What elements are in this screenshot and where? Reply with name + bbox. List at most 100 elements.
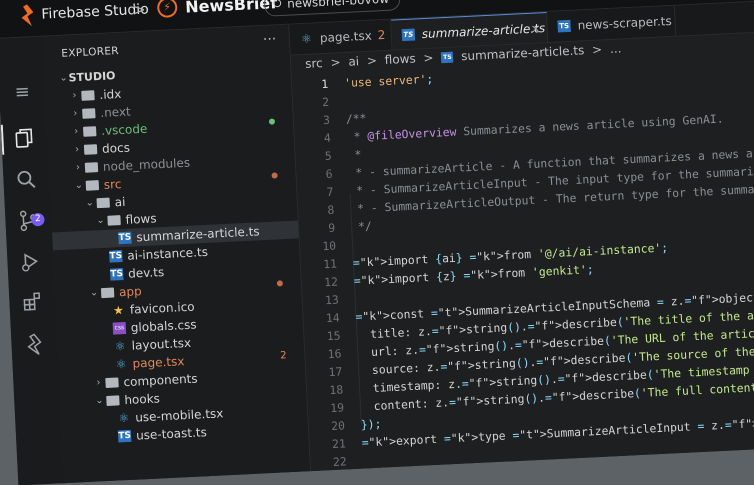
code-text: */ [350, 218, 373, 234]
breadcrumb-separator: > [131, 0, 147, 20]
tree-item-label: docs [101, 140, 131, 156]
more-actions-icon[interactable]: ··· [263, 31, 277, 48]
tree-item-label: dev.ts [127, 265, 165, 281]
search-icon[interactable] [15, 169, 38, 192]
chevron-right-icon[interactable]: › [93, 374, 104, 392]
breadcrumb-flows[interactable]: flows [384, 51, 416, 66]
tab-news-scraper[interactable]: TS news-scraper.ts [546, 5, 677, 42]
line-number: 9 [328, 220, 336, 235]
tree-item-label: app [118, 284, 143, 300]
line-number: 18 [329, 382, 344, 398]
tab-problem-count: 2 [377, 27, 386, 43]
explorer-panel: EXPLORER ··· ⌄ STUDIO › .idx › .next › .vscode ›… [42, 24, 312, 485]
menu-icon[interactable]: ≡ [11, 81, 34, 104]
line-number: 20 [330, 418, 346, 434]
close-icon[interactable]: × [530, 13, 542, 43]
line-number: 7 [326, 184, 334, 199]
tree-item-label: flows [125, 211, 157, 227]
folder-icon [82, 126, 97, 137]
editor-area: ⚛ page.tsx 2 TS summarize-article.ts × TS… [289, 0, 754, 485]
line-number: 10 [322, 238, 337, 254]
run-debug-icon[interactable] [19, 251, 42, 274]
modified-dot-icon [267, 113, 278, 131]
workspace-chip[interactable]: newsbrief-b0v0w [263, 0, 401, 17]
breadcrumb-separator: > [423, 50, 434, 66]
chevron-right-icon[interactable]: › [71, 123, 82, 141]
project-icon: ⚡ [156, 0, 178, 19]
folder-icon [96, 197, 110, 209]
ts-icon: TS [117, 429, 132, 443]
breadcrumb-separator: > [591, 42, 603, 57]
folder-icon [105, 377, 119, 389]
chevron-down-icon[interactable]: ⌄ [95, 212, 106, 230]
chevron-right-icon[interactable]: › [73, 159, 84, 177]
breadcrumb-src[interactable]: src [305, 56, 323, 71]
ts-icon: TS [109, 250, 123, 263]
folder-icon [100, 287, 115, 299]
line-number: 5 [324, 148, 333, 164]
line-number: 21 [331, 436, 347, 452]
tab-label: page.tsx [319, 28, 373, 46]
chevron-right-icon[interactable]: › [72, 141, 83, 159]
chevron-down-icon[interactable]: ⌄ [94, 392, 105, 410]
problem-dot-icon [274, 275, 285, 293]
tab-label: news-scraper.ts [577, 13, 672, 33]
line-number: 12 [323, 274, 339, 290]
line-number: 6 [325, 166, 333, 182]
tab-page-tsx[interactable]: ⚛ page.tsx 2 [289, 19, 393, 55]
ts-icon: TS [401, 28, 416, 42]
tab-summarize-article[interactable]: TS summarize-article.ts × [391, 12, 549, 50]
line-number: 2 [321, 94, 330, 110]
folder-icon [82, 108, 96, 119]
ts-icon: TS [441, 51, 454, 64]
workspace-id: newsbrief-b0v0w [286, 0, 390, 11]
line-number: 22 [332, 454, 347, 470]
tree-item-label: ai [114, 194, 126, 210]
ts-icon: TS [109, 268, 124, 281]
folder-icon [84, 162, 99, 173]
favicon-icon: ★ [112, 303, 125, 318]
line-number: 19 [329, 400, 345, 416]
breadcrumb-separator: > [366, 53, 378, 68]
code-text: }); [360, 416, 382, 432]
folder-icon [81, 90, 95, 101]
folder-icon [83, 144, 98, 155]
css-icon: css [112, 321, 127, 335]
line-number: 13 [324, 292, 340, 308]
chevron-down-icon[interactable]: ⌄ [73, 177, 84, 195]
files-icon[interactable] [13, 127, 36, 150]
firebase-studio-logo-icon [21, 4, 34, 27]
chevron-right-icon[interactable]: › [69, 87, 80, 105]
folder-icon [85, 180, 100, 191]
tab-label: summarize-article.ts [421, 21, 546, 42]
ts-icon: TS [557, 19, 571, 33]
line-number: 15 [326, 328, 341, 344]
tree-item-label: hooks [124, 391, 161, 408]
breadcrumb-symbols[interactable]: ... [610, 41, 622, 56]
react-icon: ⚛ [114, 339, 126, 354]
line-number: 16 [327, 346, 342, 362]
line-number: 1 [320, 76, 329, 92]
react-icon: ⚛ [118, 410, 130, 426]
line-number: 23 [333, 472, 348, 485]
code-text: * [347, 147, 362, 162]
breadcrumb-ai[interactable]: ai [348, 54, 359, 69]
line-number: 3 [322, 112, 331, 128]
react-icon: ⚛ [300, 31, 313, 47]
ts-icon: TS [118, 231, 132, 245]
tree-item-label: .next [99, 104, 132, 120]
firebase-icon[interactable] [23, 333, 46, 356]
line-number: 17 [328, 364, 343, 380]
ide-window: Firebase Studio > ⚡ NewsBrief newsbrief-… [0, 0, 754, 485]
workspace-status-icon [272, 0, 282, 8]
chevron-down-icon[interactable]: ⌄ [84, 194, 95, 212]
chevron-right-icon[interactable]: › [70, 105, 81, 123]
active-view-indicator [0, 124, 5, 155]
tree-item-label: use-toast.ts [135, 425, 208, 443]
react-icon: ⚛ [115, 356, 127, 372]
tree-item-label: src [103, 177, 122, 192]
tree-item-label: .vscode [100, 121, 148, 138]
tree-item-label: STUDIO [68, 69, 116, 85]
chevron-down-icon[interactable]: ⌄ [89, 284, 100, 302]
extensions-icon[interactable] [21, 291, 44, 314]
